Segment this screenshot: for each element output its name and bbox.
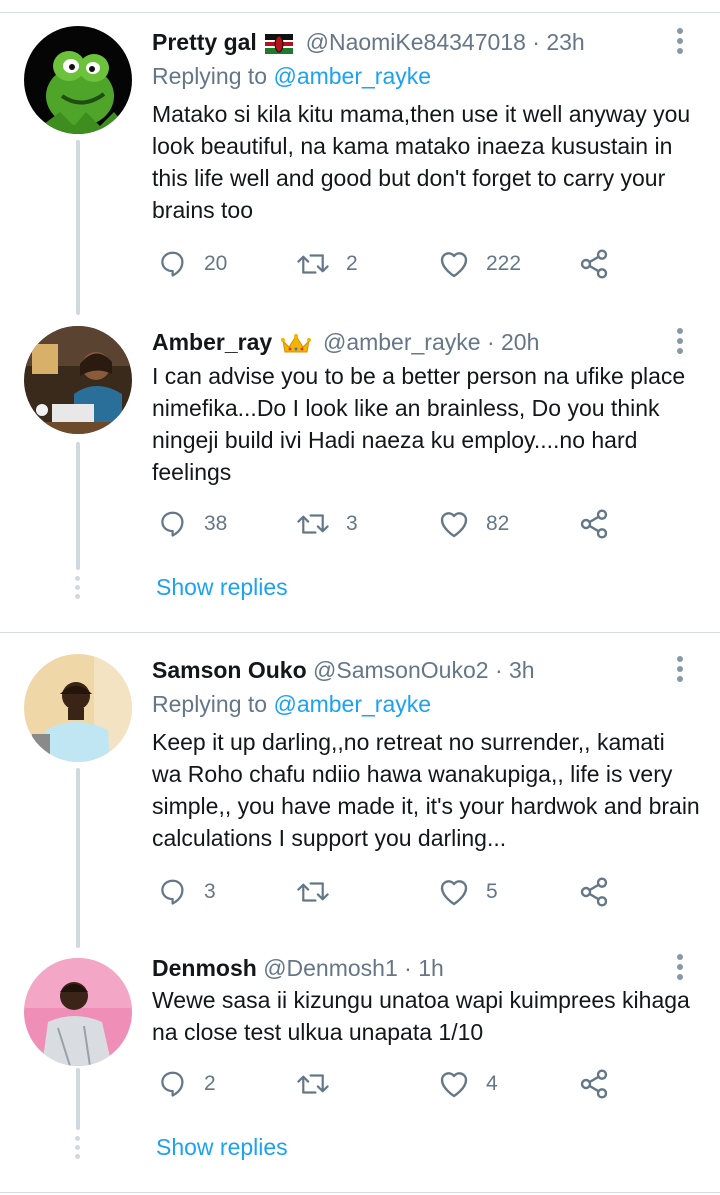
replying-to: Replying to @amber_rayke [152, 60, 431, 92]
heart-icon [440, 880, 468, 906]
tweet-text: Keep it up darling,,no retreat no surren… [152, 729, 700, 851]
tweet-header: Amber_ray @amber_rayke · 20h [152, 326, 539, 358]
user-handle[interactable]: @Denmosh1 [263, 955, 398, 981]
woman-with-laptop-avatar [24, 326, 132, 434]
mention-link[interactable]: @amber_rayke [273, 691, 431, 717]
tweet-header: Pretty gal @NaomiKe84347018 · 23h [152, 26, 585, 58]
like-count: 82 [486, 512, 510, 535]
kenya-flag-icon [265, 33, 294, 54]
retweet-icon [297, 1074, 329, 1094]
tweet-actions: 2 4 [152, 1064, 672, 1104]
heart-icon [440, 512, 468, 538]
share-icon [580, 249, 608, 279]
user-handle[interactable]: @NaomiKe84347018 [306, 29, 526, 55]
tweet-actions: 20 2 222 [152, 244, 672, 284]
timestamp: · 20h [486, 329, 540, 355]
tweet[interactable]: Pretty gal @NaomiKe84347018 · 23h Replyi… [0, 26, 720, 296]
avatar[interactable] [24, 958, 132, 1066]
retweet-button[interactable] [296, 1064, 346, 1104]
tweet-text: I can advise you to be a better person n… [152, 363, 686, 485]
share-icon [580, 509, 608, 539]
bottom-divider [0, 1192, 720, 1193]
display-name[interactable]: Denmosh [152, 955, 257, 981]
kermit-avatar [24, 26, 132, 134]
man-avatar [24, 654, 132, 762]
retweet-count: 3 [346, 512, 358, 535]
crown-icon [280, 333, 311, 353]
replying-to-label: Replying to [152, 63, 268, 89]
avatar[interactable] [24, 26, 132, 134]
retweet-button[interactable]: 3 [296, 504, 358, 544]
avatar[interactable] [24, 326, 132, 434]
show-replies-link[interactable]: Show replies [156, 571, 288, 603]
like-count: 222 [486, 252, 522, 275]
reply-button[interactable]: 20 [158, 244, 227, 284]
like-count: 5 [486, 880, 498, 903]
tweet-header: Denmosh @Denmosh1 · 1h [152, 952, 444, 984]
display-name[interactable]: Pretty gal [152, 29, 257, 55]
heart-icon [440, 1072, 468, 1098]
retweet-button[interactable] [296, 872, 346, 912]
retweet-button[interactable]: 2 [296, 244, 358, 284]
timestamp: · 3h [494, 657, 535, 683]
reply-count: 3 [204, 880, 216, 903]
like-count: 4 [486, 1072, 498, 1095]
reply-button[interactable]: 38 [158, 504, 227, 544]
display-name[interactable]: Samson Ouko [152, 657, 307, 683]
tweet[interactable]: Amber_ray @amber_rayke · 20h I can advis… [0, 326, 720, 566]
reply-count: 20 [204, 252, 228, 275]
thread-divider [0, 632, 720, 633]
tweet-actions: 38 3 82 [152, 504, 672, 544]
like-button[interactable]: 222 [438, 244, 521, 284]
reply-button[interactable]: 2 [158, 1064, 216, 1104]
reply-icon [161, 879, 184, 905]
reply-count: 2 [204, 1072, 216, 1095]
replying-to-label: Replying to [152, 691, 268, 717]
more-vertical-icon[interactable] [674, 28, 686, 58]
share-icon [580, 877, 608, 907]
reply-count: 38 [204, 512, 228, 535]
thread-collapsed-dots [75, 576, 81, 603]
reply-icon [161, 1071, 184, 1097]
display-name[interactable]: Amber_ray [152, 329, 272, 355]
mention-link[interactable]: @amber_rayke [273, 63, 431, 89]
retweet-icon [297, 882, 329, 902]
show-replies-link[interactable]: Show replies [156, 1131, 288, 1163]
share-button[interactable] [578, 504, 610, 544]
retweet-icon [297, 254, 329, 274]
retweet-icon [297, 514, 329, 534]
tweet-header: Samson Ouko @SamsonOuko2 · 3h [152, 654, 535, 686]
replying-to: Replying to @amber_rayke [152, 688, 431, 720]
like-button[interactable]: 82 [438, 504, 509, 544]
more-vertical-icon[interactable] [674, 954, 686, 984]
like-button[interactable]: 5 [438, 872, 498, 912]
tweet-text: Matako si kila kitu mama,then use it wel… [152, 101, 691, 223]
tweet-actions: 3 5 [152, 872, 672, 912]
avatar[interactable] [24, 654, 132, 762]
share-button[interactable] [578, 872, 610, 912]
timestamp: · 23h [532, 29, 585, 55]
reply-icon [161, 511, 184, 537]
user-handle[interactable]: @SamsonOuko2 [313, 657, 489, 683]
share-button[interactable] [578, 1064, 610, 1104]
like-button[interactable]: 4 [438, 1064, 498, 1104]
young-man-avatar [24, 958, 132, 1066]
retweet-count: 2 [346, 252, 358, 275]
share-icon [580, 1069, 608, 1099]
more-vertical-icon[interactable] [674, 656, 686, 686]
timestamp: · 1h [404, 955, 444, 981]
heart-icon [440, 252, 468, 278]
reply-icon [161, 251, 184, 277]
tweet-text: Wewe sasa ii kizungu unatoa wapi kuimpre… [152, 987, 690, 1045]
share-button[interactable] [578, 244, 610, 284]
more-vertical-icon[interactable] [674, 328, 686, 358]
thread-collapsed-dots [75, 1136, 81, 1163]
tweet[interactable]: Samson Ouko @SamsonOuko2 · 3h Replying t… [0, 654, 720, 924]
top-divider [0, 12, 720, 13]
reply-button[interactable]: 3 [158, 872, 216, 912]
user-handle[interactable]: @amber_rayke [323, 329, 481, 355]
tweet[interactable]: Denmosh @Denmosh1 · 1h Wewe sasa ii kizu… [0, 952, 720, 1112]
